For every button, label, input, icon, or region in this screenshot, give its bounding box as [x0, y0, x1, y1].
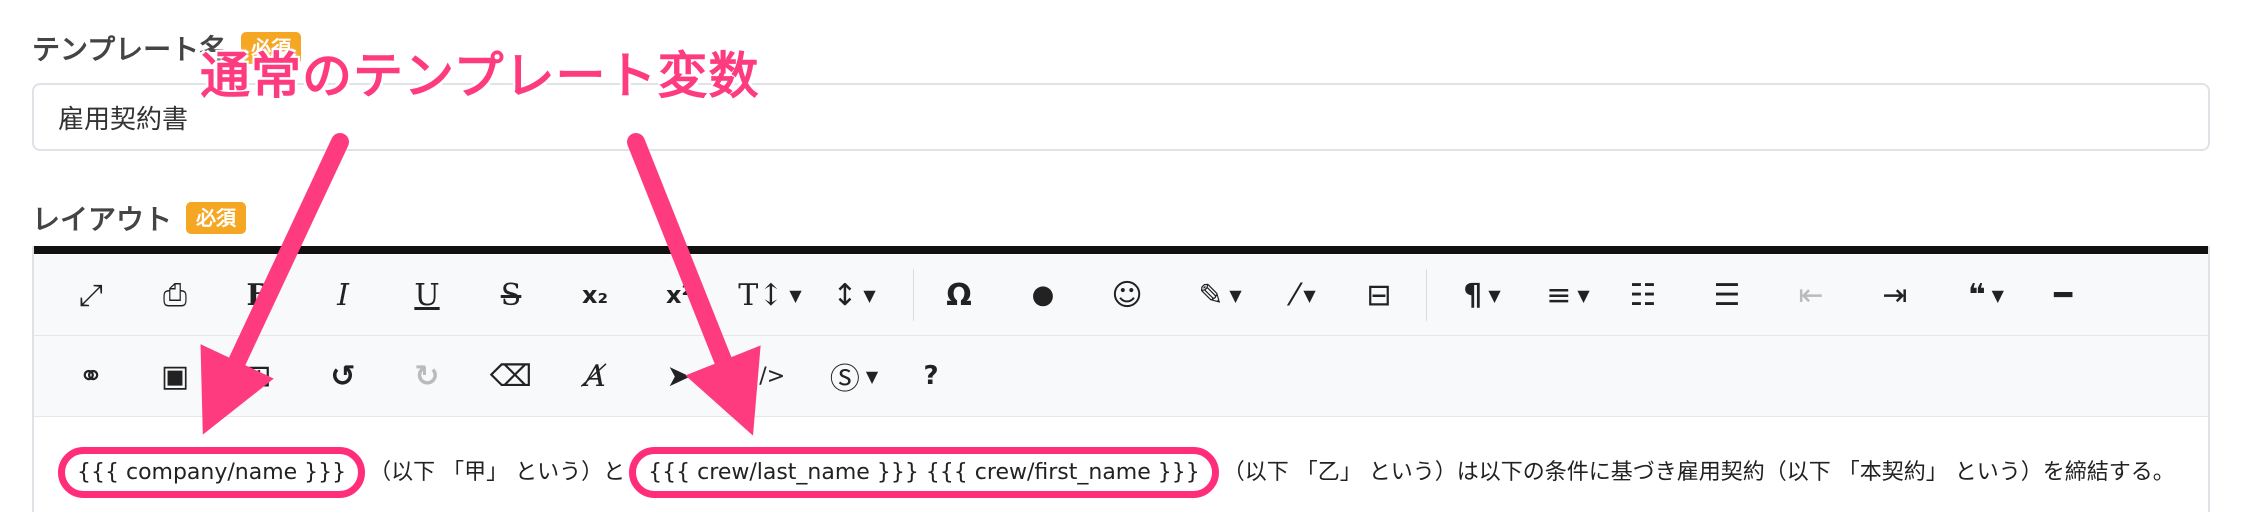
unordered-list-icon[interactable]: ☰: [1700, 255, 1754, 335]
editor-content[interactable]: {{{ company/name }}} （以下 「甲」 という）と{{{ cre…: [34, 417, 2208, 512]
image-icon[interactable]: ▣: [148, 336, 202, 416]
annotation-label: 通常のテンプレート変数: [200, 47, 760, 105]
undo-icon[interactable]: ↺: [316, 336, 370, 416]
special-char-icon[interactable]: Ω: [932, 255, 986, 335]
print-icon[interactable]: ⎙: [148, 255, 202, 335]
font-size-icon[interactable]: T↕ ▼: [730, 255, 810, 335]
paragraph-text-a: （以下 「甲」 という）と: [369, 460, 626, 485]
magic-wand-icon[interactable]: ⁄ ▼: [1264, 255, 1344, 335]
color-drop-icon[interactable]: ●: [1016, 255, 1070, 335]
line-height-icon[interactable]: ↕ ▼: [814, 255, 894, 335]
redo-icon[interactable]: ↻: [400, 336, 454, 416]
editor-top-border: [34, 246, 2208, 254]
template-name-label-text: テンプレート名: [32, 33, 228, 66]
eraser-icon[interactable]: ⌫: [484, 336, 538, 416]
emoji-icon[interactable]: ☺: [1100, 255, 1154, 335]
subscript-icon[interactable]: x₂: [568, 255, 622, 335]
code-view-icon[interactable]: </>: [736, 336, 790, 416]
align-icon[interactable]: ≡ ▼: [1528, 255, 1608, 335]
table-icon[interactable]: ⊞: [232, 336, 286, 416]
template-name-value: 雇用契約書: [58, 104, 189, 135]
strikethrough-icon[interactable]: S: [484, 255, 538, 335]
link-icon[interactable]: ⚭: [64, 336, 118, 416]
dollar-icon[interactable]: Ⓢ ▼: [814, 336, 894, 416]
horizontal-rule-icon[interactable]: ━: [2036, 255, 2090, 335]
underline-icon[interactable]: U: [400, 255, 454, 335]
superscript-icon[interactable]: x²: [652, 255, 706, 335]
paragraph-icon[interactable]: ¶ ▼: [1442, 255, 1522, 335]
layout-label: レイアウト 必須: [32, 198, 247, 238]
bold-icon[interactable]: B: [232, 255, 286, 335]
paragraph-text-b: （以下 「乙」 という）は以下の条件に基づき雇用契約（以下 「本契約」 という）…: [1222, 460, 2175, 485]
required-badge: 必須: [186, 202, 247, 234]
quote-icon[interactable]: ❝ ▼: [1946, 255, 2026, 335]
editor-toolbar-row-2: ⚭ ▣ ⊞ ↺ ↻ ⌫ A̸ ➤ </> Ⓢ ▼ ?: [34, 336, 2208, 417]
outdent-icon[interactable]: ⇤: [1784, 255, 1838, 335]
company-name-variable: {{{ company/name }}}: [58, 447, 366, 498]
crew-name-variables: {{{ crew/last_name }}} {{{ crew/first_na…: [629, 447, 1219, 498]
fullscreen-icon[interactable]: ⤢: [64, 255, 118, 335]
paint-brush-icon[interactable]: ✎ ▼: [1180, 255, 1260, 335]
layout-editor: ⤢ ⎙ B I U S x₂ x² T↕ ▼ ↕ ▼ Ω ● ☺ ✎ ▼ ⁄ ▼ ⊟ ¶…: [32, 246, 2210, 512]
indent-icon[interactable]: ⇥: [1868, 255, 1922, 335]
select-pointer-icon[interactable]: ➤: [652, 336, 706, 416]
ordered-list-icon[interactable]: ☷: [1616, 255, 1670, 335]
italic-icon[interactable]: I: [316, 255, 370, 335]
contract-paragraph: {{{ company/name }}} （以下 「甲」 という）と{{{ cre…: [54, 447, 2175, 498]
page-break-icon[interactable]: ⊟: [1352, 255, 1406, 335]
help-icon[interactable]: ?: [904, 336, 958, 416]
clear-format-icon[interactable]: A̸: [568, 336, 622, 416]
editor-toolbar-row-1: ⤢ ⎙ B I U S x₂ x² T↕ ▼ ↕ ▼ Ω ● ☺ ✎ ▼ ⁄ ▼ ⊟ ¶…: [34, 255, 2208, 336]
layout-label-text: レイアウト: [32, 203, 173, 236]
